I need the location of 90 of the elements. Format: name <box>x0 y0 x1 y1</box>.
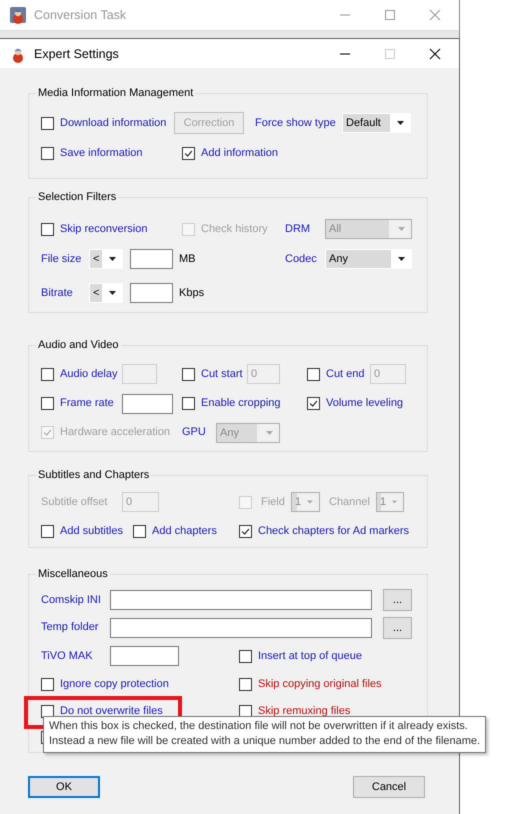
dropdown[interactable]: < <box>89 249 123 269</box>
dropdown-value: All <box>328 223 342 235</box>
checkbox[interactable] <box>239 678 252 691</box>
dropdown-value: 1 <box>294 496 302 508</box>
checkbox-label[interactable]: Ignore copy protection <box>60 677 169 692</box>
dropdown-value: 1 <box>379 496 386 508</box>
unit-label: Kbps <box>179 287 204 299</box>
field-label: GPU <box>182 425 206 440</box>
dropdown[interactable]: < <box>89 283 123 303</box>
checkbox-label[interactable]: Add chapters <box>152 524 217 538</box>
input-field[interactable] <box>110 618 372 638</box>
checkbox[interactable] <box>182 368 195 380</box>
checkbox[interactable] <box>307 368 320 380</box>
caret-icon <box>266 430 273 434</box>
field-label: Comskip INI <box>41 592 101 608</box>
dropdown[interactable]: Any <box>325 249 412 269</box>
checkbox[interactable] <box>41 704 54 718</box>
input-field[interactable] <box>130 249 173 269</box>
group-title: Media Information Management <box>36 86 196 100</box>
dialog-button[interactable]: Cancel <box>353 776 425 798</box>
group-title: Subtitles and Chapters <box>36 468 152 482</box>
app-icon <box>9 6 27 24</box>
button[interactable]: ... <box>383 589 412 611</box>
window-title: Conversion Task <box>34 8 126 22</box>
caret-icon <box>109 291 116 295</box>
checkbox-label[interactable]: Download information <box>60 116 166 130</box>
dropdown-value: Default <box>345 117 382 129</box>
field-label: Subtitle offset <box>41 494 108 510</box>
dialog-button[interactable]: OK <box>28 776 100 798</box>
checkbox-label[interactable]: Add information <box>201 146 278 160</box>
field-label: Codec <box>285 252 317 266</box>
checkbox-label[interactable]: Volume leveling <box>326 396 404 411</box>
checkbox-label[interactable]: Do not overwrite files <box>60 704 163 718</box>
checkbox-label[interactable]: Check chapters for Ad markers <box>258 524 410 538</box>
dropdown-value: Any <box>219 426 240 438</box>
caret-icon <box>397 121 404 125</box>
maximize-icon <box>384 48 396 60</box>
checkbox[interactable] <box>41 116 54 130</box>
checkbox[interactable] <box>133 524 146 538</box>
checkbox[interactable] <box>307 397 320 410</box>
caret-icon <box>307 500 313 504</box>
checkbox[interactable] <box>182 397 195 410</box>
tooltip-text: When this box is checked, the destination file will not be overwritten if it already exists. <box>49 719 469 734</box>
checkbox[interactable] <box>41 524 54 538</box>
maximize-icon[interactable] <box>384 9 396 21</box>
checkbox[interactable] <box>41 397 54 410</box>
checkbox-label[interactable]: Save information <box>60 146 143 160</box>
checkbox-label[interactable]: Skip copying original files <box>258 677 382 692</box>
checkbox-label[interactable]: Cut start <box>201 366 243 382</box>
input-field[interactable] <box>110 646 179 666</box>
dropdown-value: < <box>92 253 100 265</box>
checkbox[interactable] <box>41 222 54 236</box>
checkbox[interactable] <box>41 146 54 160</box>
checkbox-label[interactable]: Skip remuxing files <box>258 704 350 718</box>
input-field[interactable] <box>130 283 173 303</box>
field-label: DRM <box>285 222 310 236</box>
input-field[interactable] <box>110 590 372 610</box>
checkbox[interactable] <box>239 524 252 538</box>
close-icon[interactable] <box>429 48 441 60</box>
caret-icon <box>398 257 405 261</box>
field-label: Force show type <box>255 116 336 130</box>
caret-icon <box>109 257 116 261</box>
checkbox-label[interactable]: Insert at top of queue <box>258 648 362 664</box>
input-field[interactable] <box>122 394 173 414</box>
checkbox[interactable] <box>41 368 54 380</box>
checkbox-label[interactable]: Enable cropping <box>201 396 281 411</box>
checkbox-label[interactable]: Frame rate <box>60 396 114 411</box>
dropdown[interactable]: Default <box>342 113 411 133</box>
checkbox-label[interactable]: Cut end <box>326 366 365 382</box>
checkbox[interactable] <box>239 704 252 718</box>
checkbox-label[interactable]: Skip reconversion <box>60 222 148 236</box>
field-label: Bitrate <box>41 286 73 300</box>
checkbox[interactable] <box>182 146 195 160</box>
caret-icon <box>392 500 397 504</box>
checkbox-label[interactable]: Audio delay <box>60 366 118 382</box>
field-label: Channel <box>329 494 370 510</box>
unit-label: MB <box>179 253 196 265</box>
button[interactable]: ... <box>383 616 412 638</box>
checkbox-label[interactable]: Add subtitles <box>60 524 123 538</box>
field-label: File size <box>41 252 82 266</box>
checkbox[interactable] <box>41 678 54 691</box>
caret-icon <box>398 227 405 231</box>
field-label: Field <box>261 494 285 510</box>
checkbox[interactable] <box>239 650 252 662</box>
field-label: TiVO MAK <box>41 648 93 664</box>
window-title: Expert Settings <box>34 46 119 60</box>
field-label: Temp folder <box>41 620 98 635</box>
dropdown-value: < <box>92 287 100 299</box>
dropdown-value: Any <box>328 253 349 265</box>
tooltip-text: Instead a new file will be created with a unique number added to the end of the filename. <box>49 734 480 749</box>
